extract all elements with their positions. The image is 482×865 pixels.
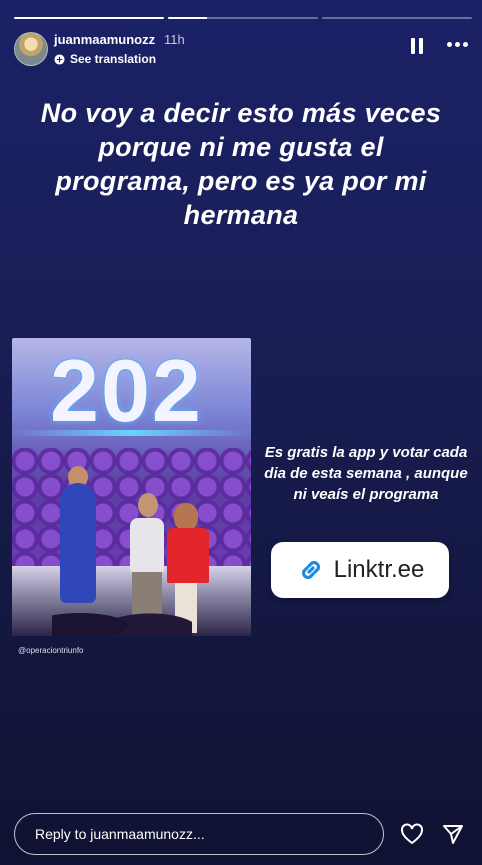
- photo-credit: @operaciontriunfo: [18, 646, 84, 655]
- story-headline: No voy a decir esto más veces porque ni …: [40, 98, 442, 230]
- more-options-icon[interactable]: [447, 42, 468, 47]
- progress-fill: [168, 17, 207, 19]
- progress-segment: [322, 17, 472, 19]
- link-icon: [301, 560, 320, 580]
- see-translation-button[interactable]: See translation: [54, 52, 156, 66]
- post-time: 11h: [164, 32, 185, 47]
- link-label: Linktr.ee: [333, 556, 425, 583]
- story-header: juanmaamunozz 11h See translation: [14, 30, 468, 66]
- progress-segment: [168, 17, 318, 19]
- heart-icon[interactable]: [400, 823, 424, 845]
- reply-bar: [12, 813, 470, 857]
- story-photo: 202: [12, 338, 251, 636]
- progress-fill: [14, 17, 164, 19]
- reply-input[interactable]: [14, 813, 384, 855]
- story-side-text: Es gratis la app y votar cada dia de est…: [264, 444, 468, 503]
- avatar[interactable]: [14, 32, 48, 66]
- progress-segment: [14, 17, 164, 19]
- username[interactable]: juanmaamunozz: [54, 32, 155, 47]
- pause-icon[interactable]: [410, 38, 424, 56]
- story-progress: [14, 17, 472, 19]
- link-sticker[interactable]: Linktr.ee: [271, 542, 449, 598]
- globe-icon: [54, 53, 65, 65]
- photo-year-sign: 202: [50, 341, 203, 440]
- send-icon[interactable]: [442, 823, 464, 845]
- see-translation-label: See translation: [70, 52, 157, 66]
